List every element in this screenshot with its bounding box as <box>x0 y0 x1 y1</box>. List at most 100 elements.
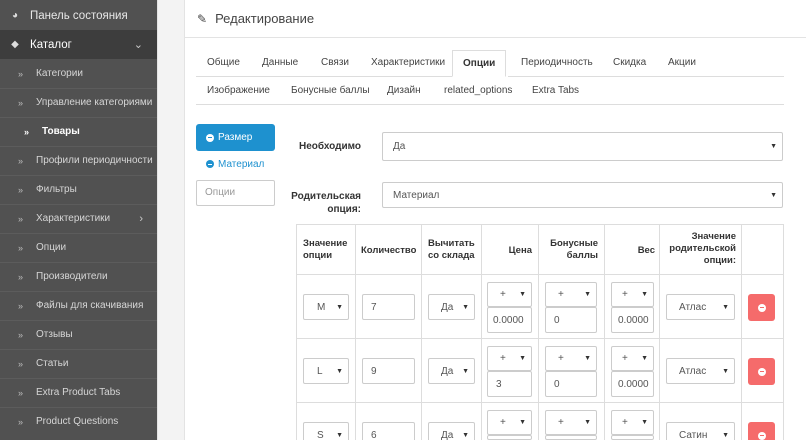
points-input[interactable] <box>545 435 597 440</box>
tab-divider <box>196 76 452 77</box>
table-border <box>741 224 742 440</box>
sidebar-item-catalog[interactable]: ◆ Каталог ⌄ <box>0 30 157 59</box>
weight-prefix-select[interactable]: + ▼ <box>611 410 654 435</box>
tab-reward-points[interactable]: Бонусные баллы <box>281 78 380 104</box>
parent-option-label-line: Родительская <box>291 191 361 202</box>
header-option-value: Значение опции <box>303 238 353 262</box>
points-prefix-select[interactable]: + ▼ <box>545 410 597 435</box>
sidebar-item-recurring[interactable]: » Профили периодичности <box>0 146 157 175</box>
table-border <box>296 274 784 275</box>
price-prefix-select[interactable]: + ▼ <box>487 282 532 307</box>
sidebar-item-filters[interactable]: » Фильтры <box>0 175 157 204</box>
header-points: Бонусные баллы <box>539 238 598 262</box>
add-option-input[interactable]: Опции <box>196 180 275 206</box>
double-chevron-icon: » <box>18 387 24 398</box>
tab-discount[interactable]: Скидка <box>603 50 656 76</box>
tab-image[interactable]: Изображение <box>197 78 280 104</box>
option-value-select[interactable]: S ▼ <box>303 422 349 440</box>
cell-value: + <box>500 289 506 300</box>
tab-extra-tabs[interactable]: Extra Tabs <box>522 78 589 104</box>
price-input[interactable] <box>487 435 532 440</box>
points-prefix-select[interactable]: + ▼ <box>545 346 597 371</box>
cell-value: + <box>622 289 628 300</box>
required-select[interactable]: Да ▼ <box>382 132 783 161</box>
remove-row-button[interactable] <box>748 294 775 321</box>
parent-value-select[interactable]: Атлас ▼ <box>666 294 735 320</box>
quantity-input[interactable]: 6 <box>362 422 415 440</box>
double-chevron-icon: » <box>18 358 24 369</box>
chevron-down-icon: ⌄ <box>133 39 143 51</box>
sidebar-item-label: Опции <box>36 242 67 253</box>
parent-option-value: Материал <box>393 189 440 201</box>
sidebar-item-label: Каталог <box>30 38 72 51</box>
header-line: опции: <box>703 255 736 266</box>
caret-down-icon: ▼ <box>584 419 591 426</box>
subtract-select[interactable]: Да ▼ <box>428 358 475 384</box>
price-prefix-select[interactable]: + ▼ <box>487 410 532 435</box>
tab-recurring[interactable]: Периодичность <box>511 50 603 76</box>
header-line: Значение <box>303 238 348 249</box>
price-input[interactable]: 3 <box>487 371 532 397</box>
points-input[interactable]: 0 <box>545 371 597 397</box>
tab-data[interactable]: Данные <box>252 50 308 76</box>
sidebar-item-product-questions[interactable]: » Product Questions <box>0 407 157 436</box>
double-chevron-icon: » <box>18 155 24 166</box>
double-chevron-icon: » <box>18 300 24 311</box>
sidebar-item-dashboard[interactable]: ◕ Панель состояния <box>0 1 157 30</box>
sidebar-item-category-management[interactable]: » Управление категориями <box>0 88 157 117</box>
parent-value-select[interactable]: Сатин ▼ <box>666 422 735 440</box>
sidebar-item-reviews[interactable]: » Отзывы <box>0 320 157 349</box>
price-input[interactable]: 0.0000 <box>487 307 532 333</box>
price-prefix-select[interactable]: + ▼ <box>487 346 532 371</box>
sidebar-item-downloads[interactable]: » Файлы для скачивания <box>0 291 157 320</box>
weight-prefix-select[interactable]: + ▼ <box>611 346 654 371</box>
weight-input[interactable]: 0.0000 <box>611 307 654 333</box>
sidebar-item-attributes[interactable]: » Характеристики › <box>0 204 157 233</box>
sidebar-item-manufacturers[interactable]: » Производители <box>0 262 157 291</box>
option-value-select[interactable]: L ▼ <box>303 358 349 384</box>
header-line: Бонусные <box>550 238 598 249</box>
double-chevron-icon: » <box>18 242 24 253</box>
caret-down-icon: ▼ <box>519 419 526 426</box>
subtract-select[interactable]: Да ▼ <box>428 422 475 440</box>
weight-input[interactable] <box>611 435 654 440</box>
tag-icon: ◆ <box>11 39 19 50</box>
option-size-button[interactable]: Размер <box>196 124 275 151</box>
tab-divider <box>508 76 784 77</box>
option-label: Размер <box>218 132 253 143</box>
header-subtract: Вычитать со склада <box>428 238 480 262</box>
subtract-select[interactable]: Да ▼ <box>428 294 475 320</box>
sidebar-item-articles[interactable]: » Статьи <box>0 349 157 378</box>
weight-input[interactable]: 0.0000 <box>611 371 654 397</box>
table-border <box>783 224 784 440</box>
sidebar-item-categories[interactable]: » Категории <box>0 59 157 88</box>
parent-value-select[interactable]: Атлас ▼ <box>666 358 735 384</box>
points-prefix-select[interactable]: + ▼ <box>545 282 597 307</box>
points-input[interactable]: 0 <box>545 307 597 333</box>
remove-row-button[interactable] <box>748 422 775 440</box>
tab-special[interactable]: Акции <box>658 50 706 76</box>
parent-option-label: Родительская опция: <box>287 190 361 216</box>
sidebar-item-label: Extra Product Tabs <box>36 387 121 398</box>
header-line: Количество <box>361 245 417 256</box>
weight-prefix-select[interactable]: + ▼ <box>611 282 654 307</box>
tab-design[interactable]: Дизайн <box>377 78 431 104</box>
option-material-button[interactable]: Материал <box>196 152 275 176</box>
header-line: Вес <box>637 245 655 256</box>
remove-row-button[interactable] <box>748 358 775 385</box>
sidebar-item-options[interactable]: » Опции <box>0 233 157 262</box>
sidebar-item-products[interactable]: » Товары <box>0 117 157 146</box>
chevron-right-icon: › <box>139 212 143 225</box>
quantity-input[interactable]: 7 <box>362 294 415 320</box>
tab-attributes[interactable]: Характеристики <box>361 50 455 76</box>
option-value-select[interactable]: M ▼ <box>303 294 349 320</box>
caret-down-icon: ▼ <box>584 355 591 362</box>
tab-links[interactable]: Связи <box>311 50 359 76</box>
tab-related-options[interactable]: related_options <box>434 78 522 104</box>
sidebar-item-label: Product Questions <box>36 416 119 427</box>
parent-option-select[interactable]: Материал ▼ <box>382 182 783 208</box>
tab-general[interactable]: Общие <box>197 50 250 76</box>
sidebar-item-extra-product-tabs[interactable]: » Extra Product Tabs <box>0 378 157 407</box>
tab-options[interactable]: Опции <box>452 50 507 77</box>
quantity-input[interactable]: 9 <box>362 358 415 384</box>
